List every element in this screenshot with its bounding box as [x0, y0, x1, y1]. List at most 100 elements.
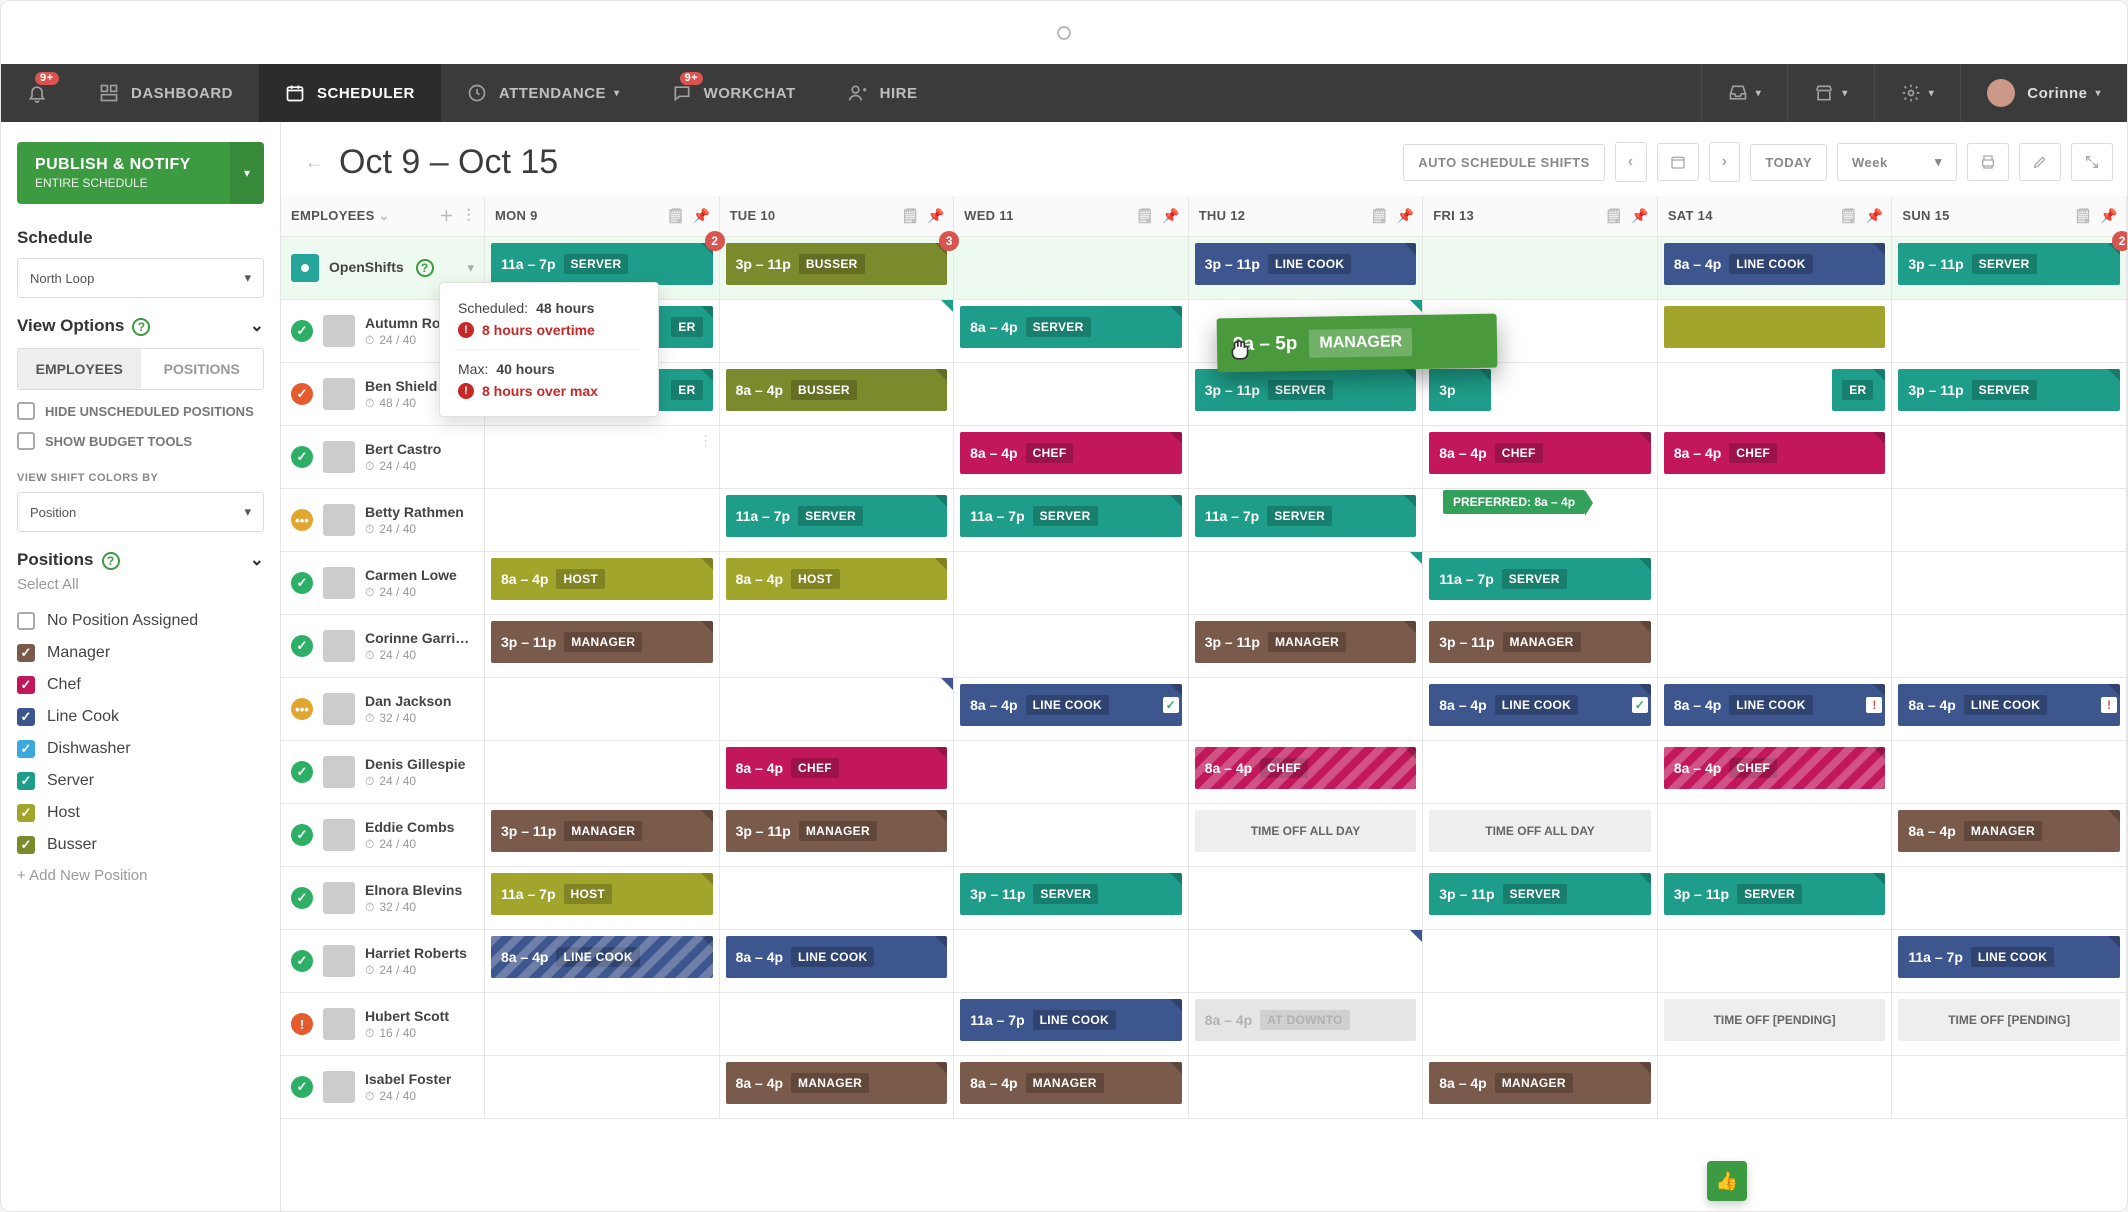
position-checkbox[interactable]: ✓Server — [17, 765, 264, 797]
employee-row-header[interactable]: ✓Elnora Blevins32 / 40 — [281, 867, 484, 929]
note-icon[interactable]: 🗒 — [1136, 208, 1154, 225]
prev-button[interactable]: ‹ — [1615, 142, 1647, 182]
schedule-cell[interactable]: 3p – 11pSERVER2 — [1892, 237, 2126, 299]
thumbs-up-button[interactable]: 👍 — [1707, 1161, 1747, 1201]
shift-block[interactable]: 8a – 4pLINE COOK! — [1898, 684, 2120, 726]
pin-icon[interactable]: 📌 — [1397, 208, 1415, 225]
schedule-cell[interactable]: 8a – 4pBUSSER — [720, 363, 954, 425]
schedule-cell[interactable]: 8a – 4pMANAGER — [720, 1056, 954, 1118]
day-column-header[interactable]: TUE 10🗒📌 — [720, 196, 955, 237]
shift-block[interactable]: 8a – 4pCHEF — [1429, 432, 1651, 474]
schedule-cell[interactable] — [954, 741, 1188, 803]
schedule-cell[interactable]: 11a – 7pSERVER — [720, 489, 954, 551]
schedule-cell[interactable] — [1658, 300, 1892, 362]
schedule-cell[interactable]: 8a – 4pCHEF — [720, 741, 954, 803]
schedule-select[interactable]: North Loop ▾ — [17, 258, 264, 298]
shift-block[interactable]: 8a – 4pSERVER — [960, 306, 1182, 348]
schedule-cell[interactable] — [1892, 615, 2126, 677]
shift-block[interactable]: 11a – 7pSERVER — [1195, 495, 1417, 537]
shift-block[interactable]: 3p — [1429, 369, 1491, 411]
next-button[interactable]: › — [1709, 142, 1741, 182]
print-button[interactable] — [1967, 143, 2009, 181]
schedule-cell[interactable] — [1658, 489, 1892, 551]
schedule-cell[interactable]: TIME OFF [PENDING] — [1658, 993, 1892, 1055]
schedule-cell[interactable]: 11a – 7pSERVER — [954, 489, 1188, 551]
schedule-cell[interactable]: 3p – 11pSERVER — [1892, 363, 2126, 425]
select-all-link[interactable]: Select All — [17, 576, 264, 593]
schedule-cell[interactable] — [485, 1056, 719, 1118]
shift-block[interactable]: TIME OFF [PENDING] — [1664, 999, 1886, 1041]
schedule-cell[interactable] — [1892, 300, 2126, 362]
schedule-cell[interactable]: ⋮ — [485, 426, 719, 488]
schedule-cell[interactable]: 8a – 4pCHEF — [1423, 426, 1657, 488]
schedule-cell[interactable] — [1423, 993, 1657, 1055]
schedule-cell[interactable]: ER — [1658, 363, 1892, 425]
shift-block[interactable]: 8a – 4pLINE COOK✓ — [1429, 684, 1651, 726]
shift-block[interactable]: 8a – 4pCHEF — [1195, 747, 1417, 789]
employee-row-header[interactable]: ✓Denis Gillespie24 / 40 — [281, 741, 484, 803]
schedule-cell[interactable]: 3p – 11pMANAGER — [720, 804, 954, 866]
employee-row-header[interactable]: ✓Isabel Foster24 / 40 — [281, 1056, 484, 1118]
day-column-header[interactable]: SAT 14🗒📌 — [1658, 196, 1893, 237]
positions-section-header[interactable]: Positions? ⌄ — [17, 550, 264, 570]
position-checkbox[interactable]: ✓Chef — [17, 669, 264, 701]
shift-block[interactable]: 3p – 11pSERVER — [960, 873, 1182, 915]
shift-block[interactable]: 3p – 11pMANAGER — [491, 621, 713, 663]
schedule-cell[interactable]: 8a – 4pMANAGER — [954, 1056, 1188, 1118]
schedule-cell[interactable] — [1189, 1056, 1423, 1118]
schedule-cell[interactable]: 3p – 11pMANAGER — [485, 804, 719, 866]
nav-dashboard[interactable]: DASHBOARD — [73, 64, 259, 122]
shift-block[interactable]: 8a – 4pLINE COOK — [726, 936, 948, 978]
shift-block[interactable]: 8a – 4pLINE COOK✓ — [960, 684, 1182, 726]
shift-block[interactable]: 11a – 7pSERVER — [960, 495, 1182, 537]
schedule-cell[interactable]: 11a – 7pSERVER — [1189, 489, 1423, 551]
shift-block[interactable]: 3p – 11pMANAGER — [1195, 621, 1417, 663]
schedule-cell[interactable] — [720, 678, 954, 740]
shift-block[interactable]: 8a – 4pHOST — [491, 558, 713, 600]
add-position-link[interactable]: + Add New Position — [17, 867, 264, 884]
nav-settings[interactable]: ▾ — [1874, 64, 1961, 122]
shift-block[interactable]: 11a – 7pSERVER — [726, 495, 948, 537]
schedule-cell[interactable]: 11a – 7pHOST — [485, 867, 719, 929]
schedule-cell[interactable]: 8a – 4pCHEF — [1189, 741, 1423, 803]
viewopts-section-header[interactable]: View Options? ⌄ — [17, 316, 264, 336]
schedule-cell[interactable]: 8a – 4pCHEF — [954, 426, 1188, 488]
schedule-cell[interactable] — [720, 993, 954, 1055]
schedule-cell[interactable]: 11a – 7pLINE COOK — [1892, 930, 2126, 992]
schedule-cell[interactable]: 8a – 4pHOST — [485, 552, 719, 614]
position-checkbox[interactable]: No Position Assigned — [17, 605, 264, 637]
schedule-cell[interactable] — [954, 363, 1188, 425]
day-column-header[interactable]: SUN 15🗒📌 — [1892, 196, 2127, 237]
schedule-cell[interactable]: 8a – 4pMANAGER — [1423, 1056, 1657, 1118]
shift-block[interactable]: 8a – 4pMANAGER — [1898, 810, 2120, 852]
shift-block[interactable]: 3p – 11pMANAGER — [726, 810, 948, 852]
day-column-header[interactable]: MON 9🗒📌 — [485, 196, 720, 237]
schedule-cell[interactable]: 8a – 4pLINE COOK✓ — [1423, 678, 1657, 740]
shift-block[interactable]: 8a – 4pBUSSER — [726, 369, 948, 411]
schedule-cell[interactable] — [1892, 741, 2126, 803]
employee-row-header[interactable]: •••Dan Jackson32 / 40 — [281, 678, 484, 740]
pin-icon[interactable]: 📌 — [693, 208, 711, 225]
shift-block[interactable]: 8a – 4pCHEF — [960, 432, 1182, 474]
shift-block[interactable]: 8a – 4pLINE COOK — [1664, 243, 1886, 285]
edit-button[interactable] — [2019, 143, 2061, 181]
shift-block[interactable] — [1664, 306, 1886, 348]
nav-notifications[interactable]: 9+ — [1, 64, 73, 122]
schedule-cell[interactable]: 8a – 4p AT DOWNTO — [1189, 993, 1423, 1055]
schedule-cell[interactable] — [485, 993, 719, 1055]
schedule-cell[interactable] — [485, 678, 719, 740]
tab-positions[interactable]: POSITIONS — [141, 349, 264, 389]
schedule-cell[interactable]: 3p – 11pSERVER — [954, 867, 1188, 929]
schedule-cell[interactable] — [1658, 1056, 1892, 1118]
shift-block[interactable]: 8a – 4pLINE COOK! — [1664, 684, 1886, 726]
shift-block[interactable]: ER — [1832, 369, 1885, 411]
shift-block[interactable]: 3p – 11pSERVER — [1898, 369, 2120, 411]
tab-employees[interactable]: EMPLOYEES — [18, 349, 141, 389]
shift-block[interactable]: 11a – 7pLINE COOK — [1898, 936, 2120, 978]
schedule-cell[interactable] — [720, 615, 954, 677]
schedule-cell[interactable] — [1892, 426, 2126, 488]
schedule-cell[interactable]: 8a – 4pHOST — [720, 552, 954, 614]
schedule-cell[interactable]: 3p – 11pBUSSER3 — [720, 237, 954, 299]
schedule-cell[interactable] — [485, 489, 719, 551]
position-checkbox[interactable]: ✓Busser — [17, 829, 264, 861]
